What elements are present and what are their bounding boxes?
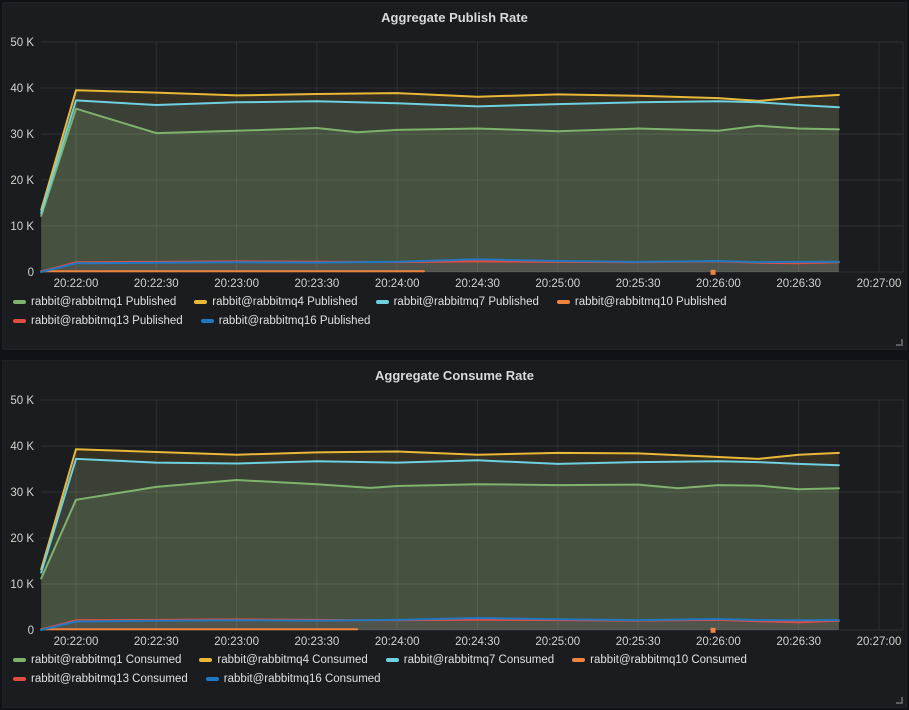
y-axis-tick-label: 40 K [10,441,34,453]
x-axis-tick-label: 20:22:00 [54,636,99,648]
x-axis-tick-label: 20:24:00 [375,278,420,290]
x-axis-tick-label: 20:25:30 [616,278,661,290]
x-axis-tick-label: 20:27:00 [857,278,902,290]
legend-series-label: rabbit@rabbitmq16 Consumed [224,672,381,686]
legend-series-label: rabbit@rabbitmq4 Consumed [217,653,367,667]
legend-series-swatch [13,677,26,681]
legend-item[interactable]: rabbit@rabbitmq13 Published [13,314,183,328]
x-axis-tick-label: 20:23:30 [295,278,340,290]
legend-series-label: rabbit@rabbitmq13 Consumed [31,672,188,686]
x-axis-tick-label: 20:24:30 [455,636,500,648]
x-axis-tick-label: 20:23:00 [214,278,259,290]
panel-aggregate-publish-rate: Aggregate Publish Rate 0 10 K 20 K 30 K 40 K… [2,2,907,350]
legend: rabbit@rabbitmq1 Consumed rabbit@rabbitmq… [3,651,906,686]
x-axis-tick-label: 20:22:30 [134,636,179,648]
panel-resize-handle[interactable] [896,339,903,346]
x-axis-tick-label: 20:27:00 [857,636,902,648]
legend-series-label: rabbit@rabbitmq4 Published [212,295,357,309]
legend-series-swatch [13,658,26,662]
y-axis-tick-label: 20 K [10,533,34,545]
legend-item[interactable]: rabbit@rabbitmq16 Published [201,314,371,328]
x-axis-tick-label: 20:22:00 [54,278,99,290]
legend-series-swatch [201,319,214,323]
legend-item[interactable]: rabbit@rabbitmq10 Published [557,295,727,309]
panel-title[interactable]: Aggregate Consume Rate [3,361,906,385]
series-point-marker [711,270,716,275]
legend-series-label: rabbit@rabbitmq7 Consumed [404,653,554,667]
series-fills [41,90,839,272]
legend-series-label: rabbit@rabbitmq10 Consumed [590,653,747,667]
consume-rate-chart[interactable]: 0 10 K 20 K 30 K 40 K 50 K 20:22:00 20:22:30 20:… [3,385,906,651]
legend-series-swatch [572,658,585,662]
legend-item[interactable]: rabbit@rabbitmq1 Consumed [13,653,181,667]
y-axis-tick-label: 50 K [10,395,34,407]
legend-series-label: rabbit@rabbitmq10 Published [575,295,727,309]
legend-item[interactable]: rabbit@rabbitmq4 Consumed [199,653,367,667]
legend-item[interactable]: rabbit@rabbitmq16 Consumed [206,672,381,686]
legend-series-label: rabbit@rabbitmq13 Published [31,314,183,328]
legend: rabbit@rabbitmq1 Published rabbit@rabbitm… [3,293,906,328]
legend-series-swatch [13,319,26,323]
x-axis-tick-label: 20:26:00 [696,636,741,648]
x-axis-tick-label: 20:25:30 [616,636,661,648]
y-axis-tick-label: 40 K [10,83,34,95]
x-axis-tick-label: 20:22:30 [134,278,179,290]
legend-series-swatch [386,658,399,662]
series-point-marker [711,628,716,633]
legend-series-swatch [13,300,26,304]
legend-series-swatch [557,300,570,304]
y-axis-tick-label: 10 K [10,221,34,233]
panel-resize-handle[interactable] [896,697,903,704]
legend-item[interactable]: rabbit@rabbitmq4 Published [194,295,357,309]
legend-series-swatch [376,300,389,304]
panel-aggregate-consume-rate: Aggregate Consume Rate 0 10 K 20 K 30 K 40 K… [2,360,907,708]
y-axis-tick-label: 0 [28,625,34,637]
legend-item[interactable]: rabbit@rabbitmq7 Consumed [386,653,554,667]
legend-series-label: rabbit@rabbitmq1 Consumed [31,653,181,667]
legend-series-label: rabbit@rabbitmq7 Published [394,295,539,309]
x-axis-tick-label: 20:26:00 [696,278,741,290]
series-fills [41,449,839,630]
y-axis-tick-label: 20 K [10,175,34,187]
x-axis-tick-label: 20:23:00 [214,636,259,648]
legend-series-swatch [206,677,219,681]
series-area [41,100,839,272]
x-axis-tick-label: 20:24:00 [375,636,420,648]
legend-series-swatch [199,658,212,662]
y-axis-tick-label: 50 K [10,37,34,49]
legend-item[interactable]: rabbit@rabbitmq10 Consumed [572,653,747,667]
y-axis-tick-label: 10 K [10,579,34,591]
panel-title[interactable]: Aggregate Publish Rate [3,3,906,27]
y-axis-tick-label: 0 [28,267,34,279]
y-axis-tick-label: 30 K [10,129,34,141]
x-axis-tick-label: 20:24:30 [455,278,500,290]
publish-rate-chart[interactable]: 0 10 K 20 K 30 K 40 K 50 K 20:22:00 20:22:30 20:… [3,27,906,293]
legend-item[interactable]: rabbit@rabbitmq13 Consumed [13,672,188,686]
x-axis-tick-label: 20:26:30 [776,636,821,648]
x-axis-tick-label: 20:25:00 [535,278,580,290]
x-axis-tick-label: 20:23:30 [295,636,340,648]
legend-item[interactable]: rabbit@rabbitmq7 Published [376,295,539,309]
legend-item[interactable]: rabbit@rabbitmq1 Published [13,295,176,309]
legend-series-swatch [194,300,207,304]
x-axis-tick-label: 20:26:30 [776,278,821,290]
y-axis-tick-label: 30 K [10,487,34,499]
legend-series-label: rabbit@rabbitmq1 Published [31,295,176,309]
legend-series-label: rabbit@rabbitmq16 Published [219,314,371,328]
x-axis-tick-label: 20:25:00 [535,636,580,648]
